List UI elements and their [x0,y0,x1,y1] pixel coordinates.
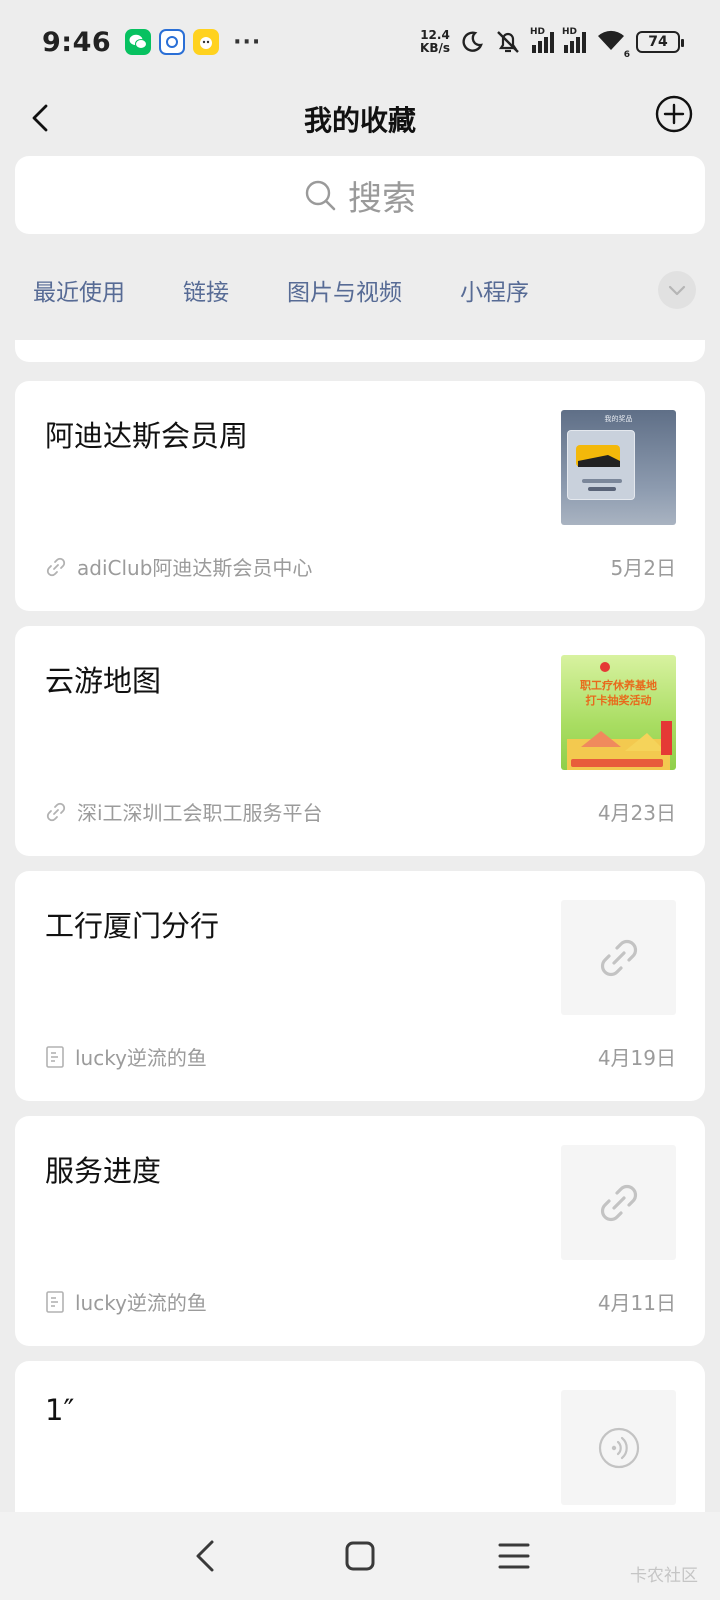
system-menu-icon[interactable] [494,1536,534,1576]
signal-2-icon: HD [562,27,586,53]
search-placeholder: 搜索 [348,178,416,219]
filter-expand-button[interactable] [658,271,696,309]
favorite-source: lucky逆流的鱼 [45,1287,207,1316]
favorite-source-name: lucky逆流的鱼 [75,1291,207,1315]
wifi-badge: 6 [623,50,630,60]
sneaker-icon [576,445,622,491]
wechat-icon [125,29,152,55]
system-back-icon[interactable] [186,1536,226,1576]
poster-artwork [567,662,672,770]
favorite-title: 阿迪达斯会员周 [45,419,249,453]
system-home-icon[interactable] [340,1536,380,1576]
poster-title-line1: 职工疗休养基地 [580,679,657,692]
network-speed-unit: KB/s [420,41,450,55]
filter-tab-links[interactable]: 链接 [183,273,229,307]
watermark: 卡农社区 [630,1566,698,1586]
article-icon [46,1045,64,1068]
chevron-down-icon [668,285,686,296]
filter-tab-miniprogram[interactable]: 小程序 [460,273,529,307]
favorite-source: lucky逆流的鱼 [45,1042,207,1071]
favorite-source-name: lucky逆流的鱼 [75,1046,207,1070]
navigation-bar: 我的收藏 [0,84,720,154]
filter-tab-recent[interactable]: 最近使用 [33,273,125,307]
status-bar: 9:46 ··· 12.4 KB/s HD HD 6 74 [0,0,720,84]
favorite-thumbnail [561,900,676,1015]
favorite-source-name: 深i工深圳工会职工服务平台 [77,801,323,825]
link-icon [46,802,66,821]
favorite-title: 云游地图 [45,664,162,698]
favorite-date: 4月19日 [597,1046,676,1070]
favorite-date: 4月23日 [597,801,676,825]
mute-bell-icon [497,31,519,53]
filter-tabs: 最近使用 链接 图片与视频 小程序 [0,262,720,318]
link-icon [600,1184,637,1221]
page-title: 我的收藏 [303,104,416,137]
favorite-date: 5月2日 [610,556,676,580]
favorite-title: 服务进度 [45,1154,162,1188]
favorites-list: 阿迪达斯会员周 我的奖品 adiClub阿迪达斯会员中心 5月2日 云游地图 职… [0,340,720,1512]
bank-app-icon [159,29,186,55]
favorite-card[interactable]: 云游地图 职工疗休养基地 打卡抽奖活动 深i工深圳工会职工服务平台 4月23日 [15,626,705,856]
favorite-thumbnail: 职工疗休养基地 打卡抽奖活动 [561,655,676,770]
favorite-thumbnail [561,1390,676,1505]
search-icon [305,180,336,211]
favorite-card-previous[interactable] [15,340,705,362]
voice-icon [598,1427,639,1468]
more-notifications-icon: ··· [233,29,262,55]
moon-icon [462,31,483,52]
favorite-source: adiClub阿迪达斯会员中心 [45,552,312,581]
thumbnail-card [567,430,635,500]
favorite-source: 深i工深圳工会职工服务平台 [45,797,323,826]
status-indicators: 12.4 KB/s HD HD 6 74 [420,27,684,60]
favorite-card[interactable]: 工行厦门分行 lucky逆流的鱼 4月19日 [15,871,705,1101]
favorite-source-name: adiClub阿迪达斯会员中心 [77,556,313,580]
favorite-card[interactable]: 阿迪达斯会员周 我的奖品 adiClub阿迪达斯会员中心 5月2日 [15,381,705,611]
filter-tab-media[interactable]: 图片与视频 [287,273,402,307]
thumbnail-header: 我的奖品 [604,415,633,423]
wifi-icon: 6 [596,28,630,60]
favorite-card[interactable]: 服务进度 lucky逆流的鱼 4月11日 [15,1116,705,1346]
link-icon [46,557,66,576]
add-circle-icon[interactable] [654,94,694,134]
status-time: 9:46 [42,26,112,58]
system-navigation-bar: 卡农社区 [0,1512,720,1600]
back-arrow-icon[interactable] [22,98,62,138]
battery-indicator: 74 [636,31,684,53]
article-icon [46,1290,64,1313]
search-input[interactable]: 搜索 [15,156,705,234]
link-icon [600,939,637,976]
favorite-thumbnail [561,1145,676,1260]
network-speed: 12.4 KB/s [420,29,450,55]
favorite-title: 1″ [45,1393,75,1427]
signal-1-icon: HD [530,27,554,53]
yellow-app-icon [193,29,220,55]
favorite-thumbnail: 我的奖品 [561,410,676,525]
poster-title-line2: 打卡抽奖活动 [585,694,652,707]
notification-icons: ··· [125,29,261,55]
favorite-card[interactable]: 1″ [15,1361,705,1512]
favorite-title: 工行厦门分行 [45,909,220,943]
favorite-date: 4月11日 [597,1291,676,1315]
